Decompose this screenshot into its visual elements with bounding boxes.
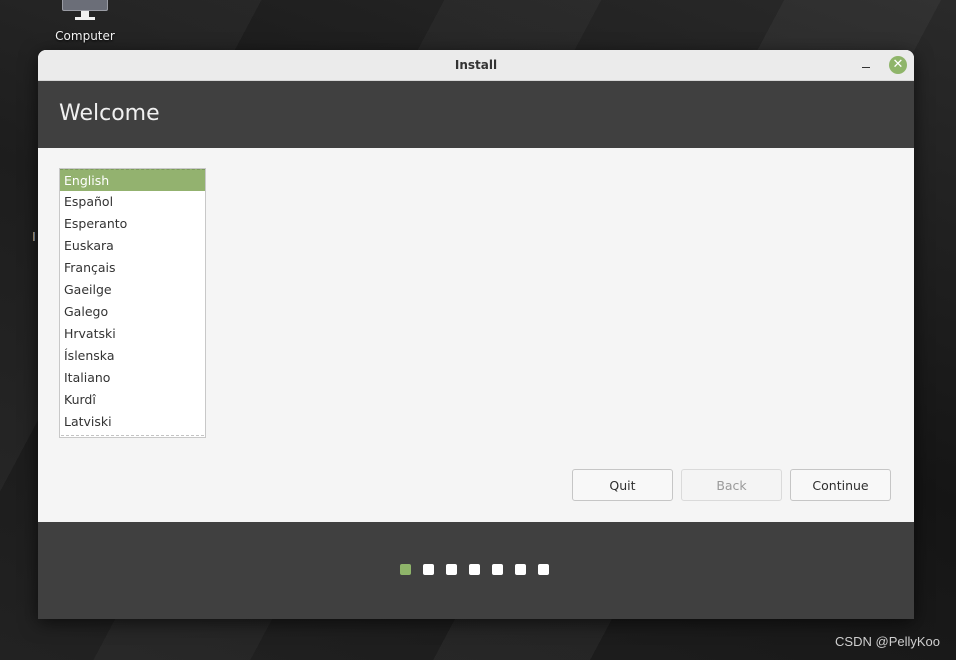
desktop-icon-computer[interactable]: Computer: [52, 0, 118, 43]
language-item[interactable]: Galego: [60, 301, 205, 323]
language-item[interactable]: Kurdî: [60, 389, 205, 411]
language-list[interactable]: English Español Esperanto Euskara Français Ga…: [59, 168, 206, 438]
progress-dot: [515, 564, 526, 575]
continue-button[interactable]: Continue: [790, 469, 891, 501]
close-icon[interactable]: ✕: [889, 56, 907, 74]
progress-dot: [423, 564, 434, 575]
progress-dots: [400, 564, 549, 575]
watermark: CSDN @PellyKoo: [835, 634, 940, 649]
page-title: Welcome: [59, 101, 160, 126]
progress-footer: [38, 522, 914, 619]
language-item[interactable]: Esperanto: [60, 213, 205, 235]
language-item[interactable]: Gaeilge: [60, 279, 205, 301]
computer-icon: [52, 0, 118, 20]
install-window: Install ✕ Welcome English Español Esperant…: [38, 50, 914, 619]
page-header: Welcome: [38, 81, 914, 148]
content-area: English Español Esperanto Euskara Français Ga…: [38, 148, 914, 522]
window-titlebar[interactable]: Install ✕: [38, 50, 914, 81]
back-button[interactable]: Back: [681, 469, 782, 501]
progress-dot: [469, 564, 480, 575]
quit-button[interactable]: Quit: [572, 469, 673, 501]
desktop-icon-label: Computer: [55, 29, 115, 43]
progress-dot: [492, 564, 503, 575]
language-item[interactable]: Français: [60, 257, 205, 279]
progress-dot: [538, 564, 549, 575]
language-item[interactable]: English: [60, 169, 205, 191]
window-title: Install: [454, 58, 498, 72]
language-item[interactable]: Italiano: [60, 367, 205, 389]
language-item[interactable]: Euskara: [60, 235, 205, 257]
language-item[interactable]: Español: [60, 191, 205, 213]
language-item[interactable]: Íslenska: [60, 345, 205, 367]
desktop-partial-icon: [33, 232, 35, 241]
minimize-icon[interactable]: [858, 57, 874, 73]
progress-dot: [400, 564, 411, 575]
language-item[interactable]: Latviski: [60, 411, 205, 433]
progress-dot: [446, 564, 457, 575]
language-item[interactable]: Hrvatski: [60, 323, 205, 345]
